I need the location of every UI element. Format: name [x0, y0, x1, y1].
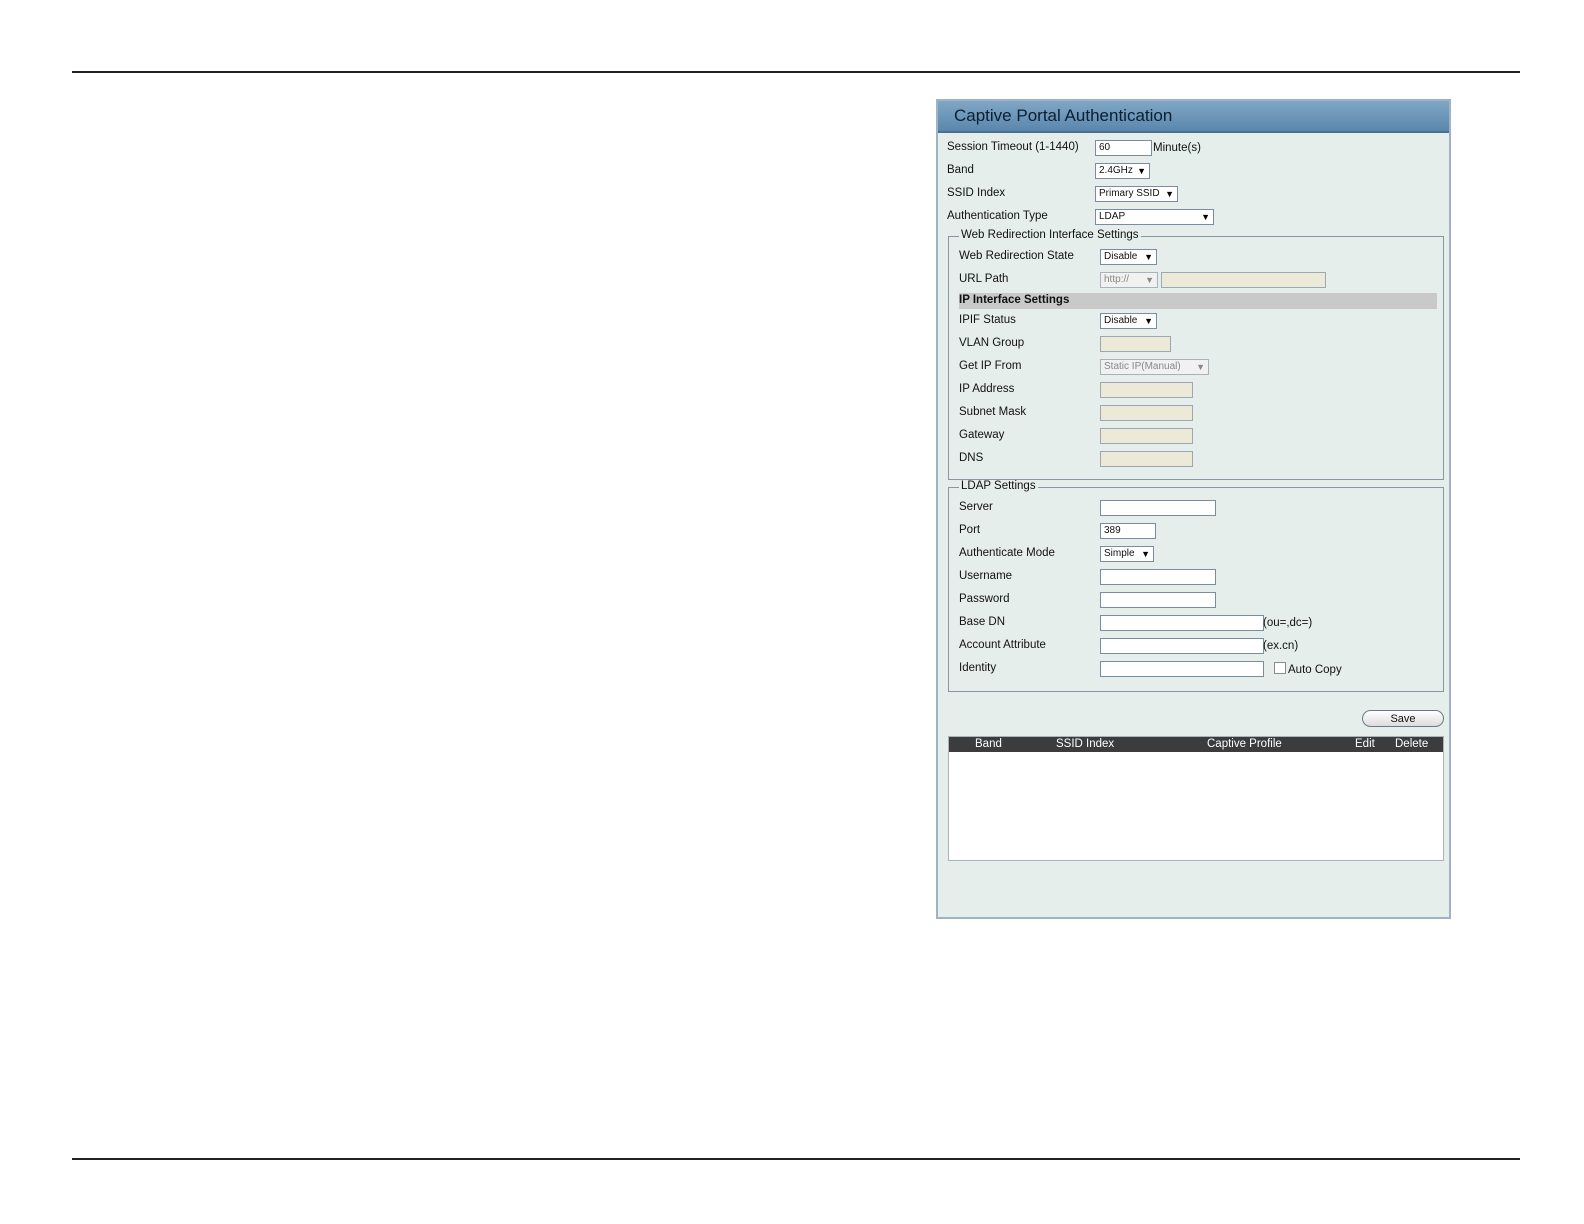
auth-type-select-value: LDAP [1099, 211, 1126, 222]
vlan-group-label: VLAN Group [959, 337, 1025, 349]
ipif-status-select[interactable]: Disable ▼ [1100, 313, 1157, 329]
session-timeout-label: Session Timeout (1-1440) [947, 141, 1079, 153]
ip-address-label: IP Address [959, 383, 1015, 395]
url-path-protocol-select[interactable]: http:// ▼ [1100, 272, 1158, 288]
ssid-index-select[interactable]: Primary SSID ▼ [1095, 186, 1178, 202]
get-ip-from-select[interactable]: Static IP(Manual) ▼ [1100, 359, 1209, 375]
server-input[interactable] [1100, 500, 1216, 516]
base-dn-hint: (ou=,dc=) [1263, 617, 1313, 629]
chevron-down-icon: ▼ [1145, 275, 1154, 285]
auth-type-label: Authentication Type [947, 210, 1048, 222]
get-ip-from-value: Static IP(Manual) [1104, 361, 1181, 372]
chevron-down-icon: ▼ [1165, 189, 1174, 199]
auth-mode-select[interactable]: Simple ▼ [1100, 546, 1154, 562]
auto-copy-label: Auto Copy [1288, 664, 1342, 676]
ip-interface-header: IP Interface Settings [959, 293, 1437, 309]
auto-copy-checkbox[interactable] [1274, 662, 1286, 674]
get-ip-from-label: Get IP From [959, 360, 1022, 372]
session-timeout-input[interactable]: 60 [1095, 140, 1152, 156]
band-label: Band [947, 164, 974, 176]
ldap-settings-fieldset: LDAP Settings Server Port 389 Authentica… [948, 480, 1444, 692]
bottom-rule [72, 1158, 1520, 1160]
identity-input[interactable] [1100, 661, 1264, 677]
server-label: Server [959, 501, 993, 513]
ipif-status-value: Disable [1104, 315, 1138, 326]
account-attribute-input[interactable] [1100, 638, 1264, 654]
ip-address-input[interactable] [1100, 382, 1193, 398]
panel-title: Captive Portal Authentication [954, 106, 1173, 125]
account-attribute-hint: (ex.cn) [1263, 640, 1299, 652]
url-path-protocol-value: http:// [1104, 274, 1130, 285]
web-redirection-state-select[interactable]: Disable ▼ [1100, 249, 1157, 265]
session-timeout-unit: Minute(s) [1153, 142, 1201, 154]
column-header-edit: Edit [1355, 738, 1375, 750]
chevron-down-icon: ▼ [1196, 362, 1205, 372]
table-header: Band SSID Index Captive Profile Edit Del… [949, 737, 1443, 752]
column-header-ssid-index: SSID Index [1056, 738, 1115, 750]
web-redirection-state-label: Web Redirection State [959, 250, 1074, 262]
subnet-mask-input[interactable] [1100, 405, 1193, 421]
chevron-down-icon: ▼ [1141, 549, 1150, 559]
ip-interface-header-text: IP Interface Settings [959, 294, 1070, 306]
password-input[interactable] [1100, 592, 1216, 608]
ldap-settings-legend: LDAP Settings [959, 480, 1038, 492]
top-rule [72, 71, 1520, 73]
subnet-mask-label: Subnet Mask [959, 406, 1027, 418]
port-label: Port [959, 524, 981, 536]
dns-input[interactable] [1100, 451, 1193, 467]
ipif-status-label: IPIF Status [959, 314, 1016, 326]
identity-label: Identity [959, 662, 997, 674]
vlan-group-input[interactable] [1100, 336, 1171, 352]
base-dn-label: Base DN [959, 616, 1006, 628]
auth-type-select[interactable]: LDAP ▼ [1095, 209, 1214, 225]
column-header-delete: Delete [1395, 738, 1429, 750]
password-label: Password [959, 593, 1010, 605]
save-button[interactable]: Save [1362, 710, 1444, 727]
chevron-down-icon: ▼ [1144, 252, 1153, 262]
panel-header: Captive Portal Authentication [938, 101, 1449, 133]
port-input[interactable]: 389 [1100, 523, 1156, 539]
account-attribute-label: Account Attribute [959, 639, 1046, 651]
url-path-input[interactable] [1161, 272, 1326, 288]
auth-mode-value: Simple [1104, 548, 1135, 559]
chevron-down-icon: ▼ [1144, 316, 1153, 326]
band-select[interactable]: 2.4GHz ▼ [1095, 163, 1150, 179]
gateway-label: Gateway [959, 429, 1005, 441]
chevron-down-icon: ▼ [1137, 166, 1146, 176]
gateway-input[interactable] [1100, 428, 1193, 444]
auth-mode-label: Authenticate Mode [959, 547, 1055, 559]
web-redirection-state-value: Disable [1104, 251, 1138, 262]
url-path-label: URL Path [959, 273, 1009, 285]
chevron-down-icon: ▼ [1201, 212, 1210, 222]
band-select-value: 2.4GHz [1099, 165, 1133, 176]
web-redirection-legend: Web Redirection Interface Settings [959, 229, 1141, 241]
column-header-captive-profile: Captive Profile [1207, 738, 1282, 750]
username-label: Username [959, 570, 1013, 582]
dns-label: DNS [959, 452, 984, 464]
base-dn-input[interactable] [1100, 615, 1264, 631]
web-redirection-fieldset: Web Redirection Interface Settings Web R… [948, 229, 1444, 480]
captive-portal-panel: Captive Portal Authentication Session Ti… [936, 99, 1451, 919]
column-header-band: Band [975, 738, 1002, 750]
captive-profile-table: Band SSID Index Captive Profile Edit Del… [948, 736, 1444, 861]
ssid-index-select-value: Primary SSID [1099, 188, 1160, 199]
ssid-index-label: SSID Index [947, 187, 1006, 199]
username-input[interactable] [1100, 569, 1216, 585]
